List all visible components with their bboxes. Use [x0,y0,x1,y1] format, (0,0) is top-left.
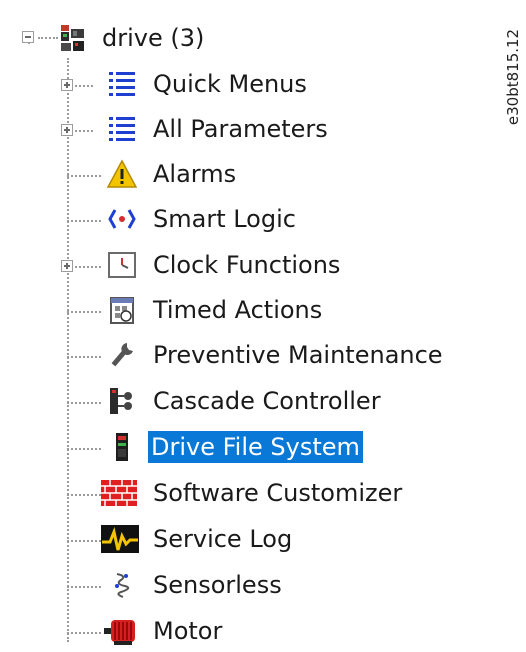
list-icon [109,72,135,96]
tree-item-motor[interactable]: Motor [0,610,526,650]
tree-item-label: Smart Logic [153,205,296,233]
brick-wall-icon [101,480,137,506]
warning-icon [107,159,137,188]
tree-item-label: Motor [153,617,223,645]
clock-icon [108,252,136,278]
tree-item-label: Service Log [153,525,293,553]
tree-item-label: Cascade Controller [153,387,381,415]
tree-view: drive (3) Quick Menus All Parameters Ala… [0,0,526,652]
tree-item-timed-actions[interactable]: Timed Actions [0,289,526,329]
tree-item-sensorless[interactable]: Sensorless [0,564,526,604]
motor-icon [104,620,135,645]
tree-item-preventive-maintenance[interactable]: Preventive Maintenance [0,334,526,374]
tree-item-smart-logic[interactable]: Smart Logic [0,198,526,238]
tree-root-label: drive (3) [102,24,205,52]
tree-item-label: Preventive Maintenance [153,341,443,369]
tree-item-label: All Parameters [153,115,328,143]
tree-item-clock-functions[interactable]: Clock Functions [0,244,526,284]
tree-item-service-log[interactable]: Service Log [0,518,526,558]
tree-item-alarms[interactable]: Alarms [0,153,526,193]
list-icon [109,117,135,141]
tree-item-label: Timed Actions [153,296,323,324]
figure-id-text: e30bt815.12 [504,28,522,126]
tree-item-label: Software Customizer [153,479,403,507]
tree-item-label: Clock Functions [153,251,341,279]
tree-root-drive[interactable]: drive (3) [0,17,526,57]
tree-item-label: Quick Menus [153,70,307,98]
drive-icon [61,25,84,51]
tree-item-all-parameters[interactable]: All Parameters [0,108,526,148]
logic-icon [108,209,136,229]
figure-id: e30bt815.12 [500,2,526,152]
service-log-icon [101,525,139,553]
tree-item-label: Sensorless [153,571,282,599]
tree-item-drive-file-system[interactable]: Drive File System [0,426,526,466]
drive-file-icon [116,433,128,461]
cascade-icon [110,388,132,414]
sensorless-icon [115,573,130,598]
wrench-icon [111,343,133,367]
tree-item-label: Alarms [153,160,237,188]
tree-item-software-customizer[interactable]: Software Customizer [0,472,526,512]
tree-item-label: Drive File System [148,431,363,463]
tree-item-quick-menus[interactable]: Quick Menus [0,63,526,103]
calendar-icon [110,297,134,324]
tree-item-cascade-controller[interactable]: Cascade Controller [0,380,526,420]
